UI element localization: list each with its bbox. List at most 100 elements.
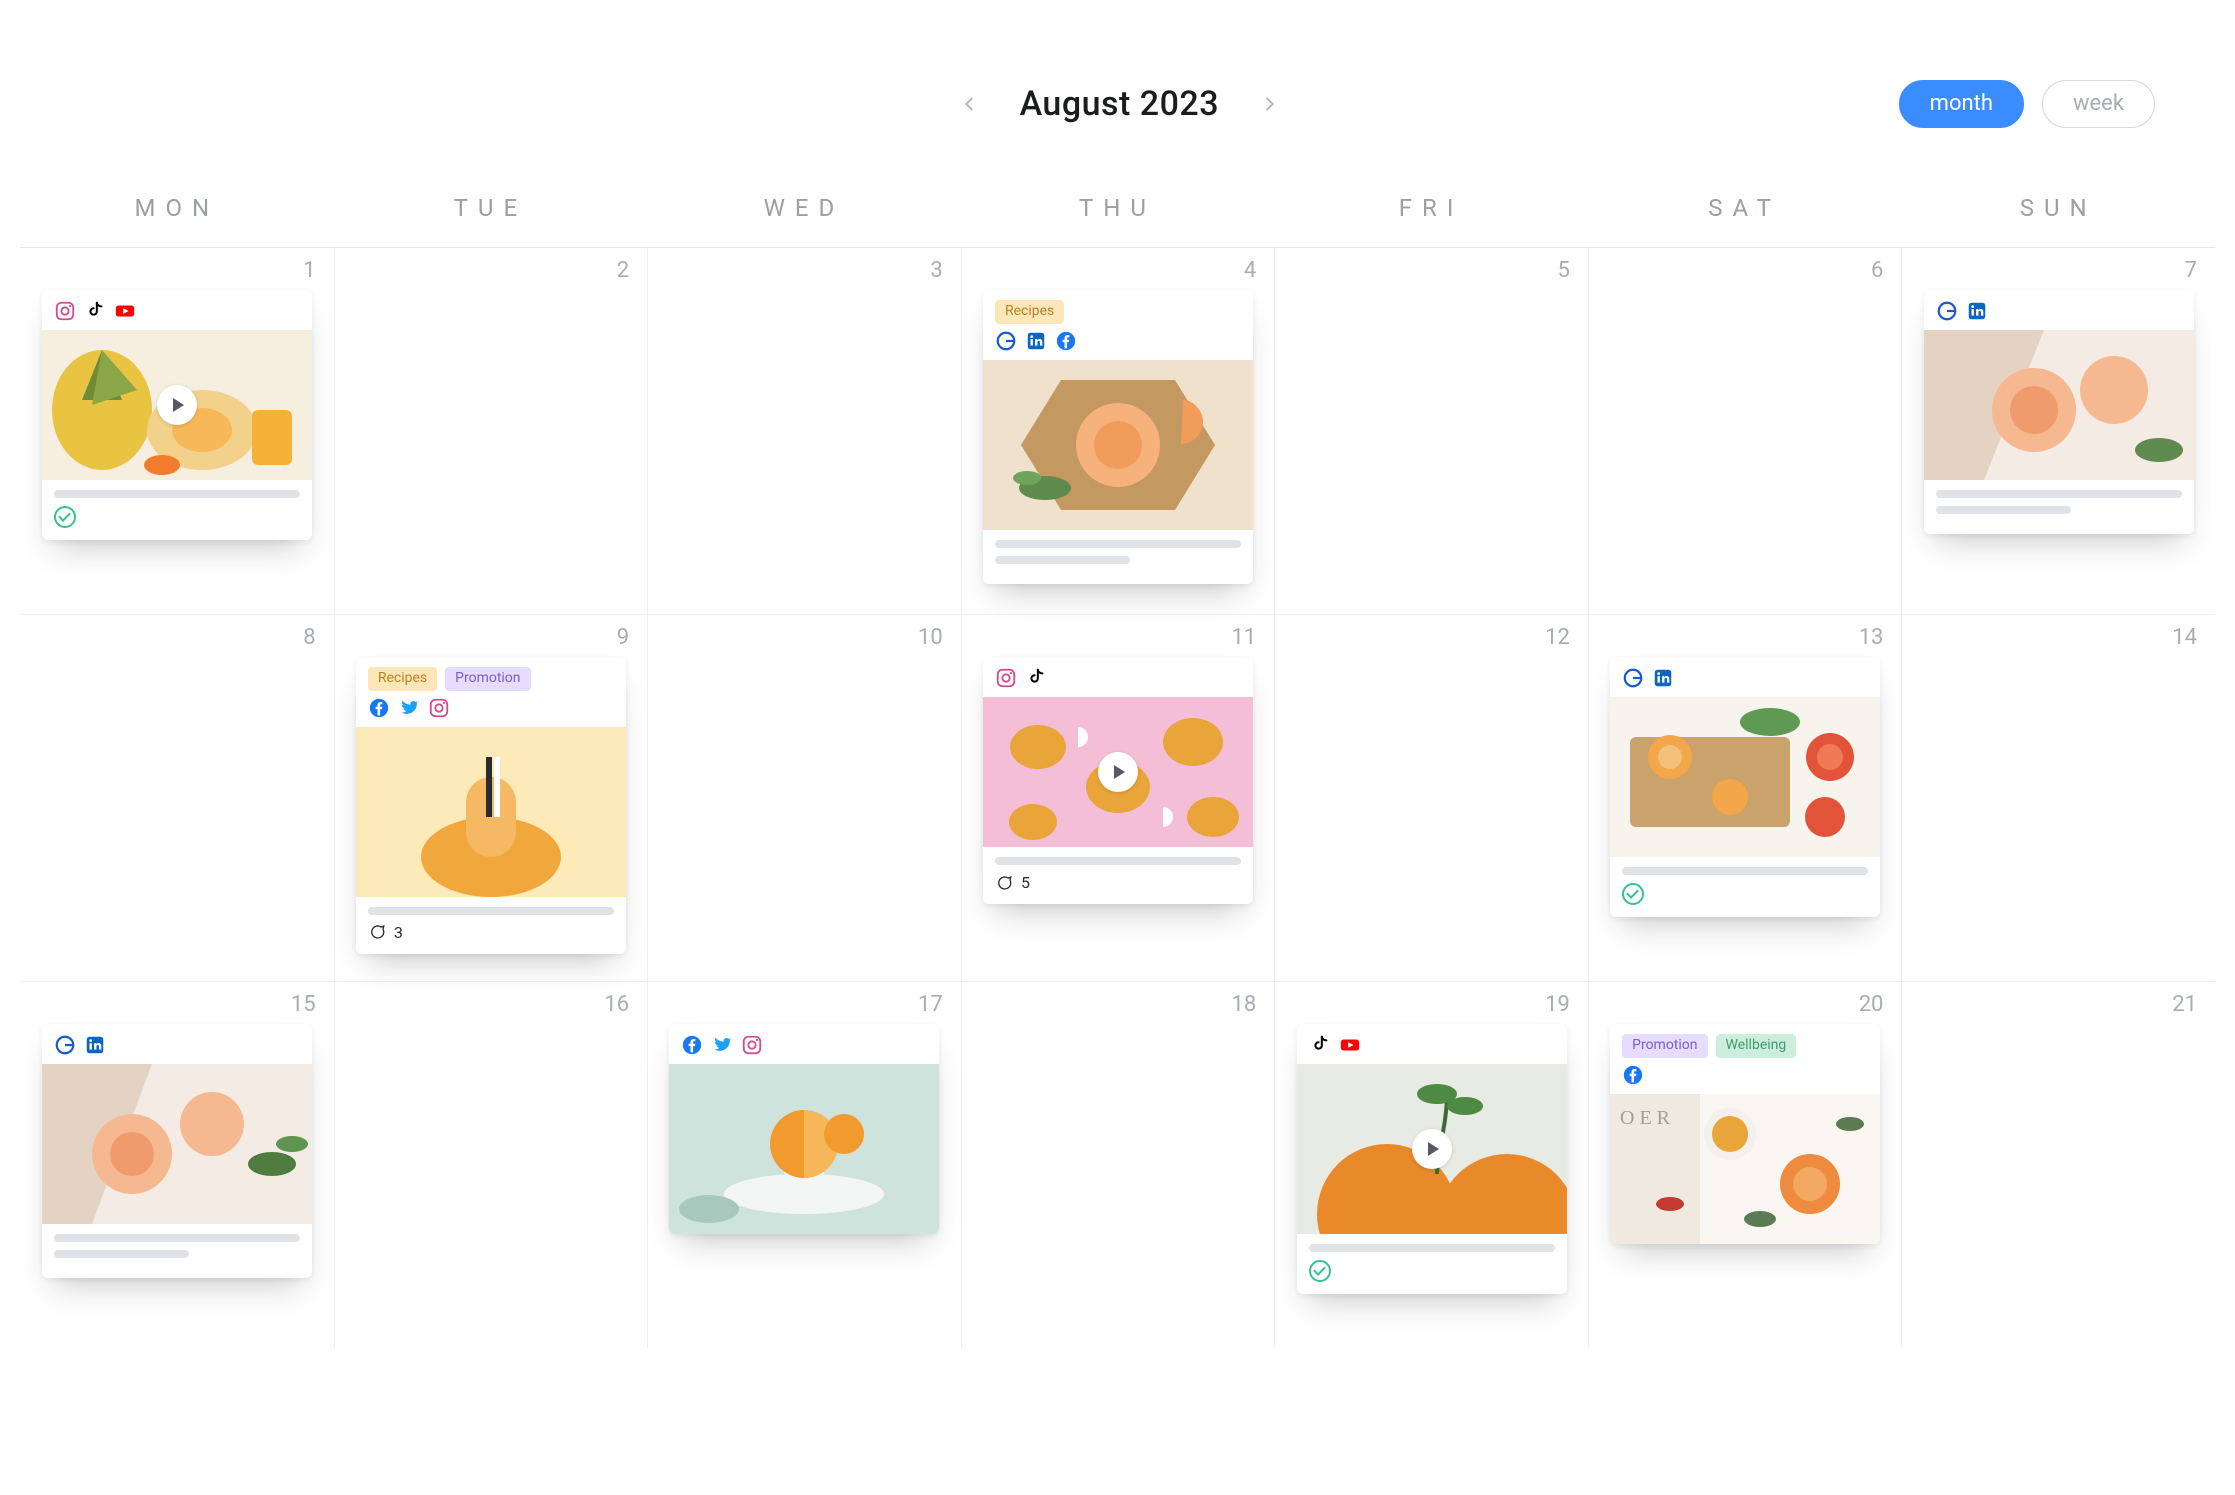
day-cell[interactable]: 12 xyxy=(1274,615,1588,981)
channel-icons xyxy=(1924,290,2194,330)
day-number: 9 xyxy=(617,625,629,650)
calendar-header: August 2023 month week xyxy=(0,0,2235,168)
week-row: 8 9 Recipes Promotion xyxy=(20,615,2215,982)
day-cell[interactable]: 1 xyxy=(20,248,334,614)
post-thumbnail xyxy=(1610,697,1880,857)
comment-count: 3 xyxy=(394,923,403,942)
twitter-icon xyxy=(711,1034,733,1056)
day-number: 20 xyxy=(1859,992,1884,1017)
channel-icons xyxy=(1610,657,1880,697)
post-footer xyxy=(1610,857,1880,917)
day-number: 10 xyxy=(918,625,943,650)
weekday-label: FRI xyxy=(1274,168,1588,247)
approved-icon xyxy=(1622,883,1644,905)
facebook-icon xyxy=(1622,1064,1644,1086)
day-cell[interactable]: 7 xyxy=(1901,248,2215,614)
prev-month-button[interactable] xyxy=(958,93,980,115)
day-number: 21 xyxy=(2172,992,2197,1017)
post-footer xyxy=(42,480,312,540)
post-card[interactable]: Promotion Wellbeing O E R xyxy=(1610,1024,1880,1244)
post-card[interactable] xyxy=(1297,1024,1567,1294)
day-cell[interactable]: 15 xyxy=(20,982,334,1348)
day-cell[interactable]: 20 Promotion Wellbeing O E R xyxy=(1588,982,1902,1348)
day-cell[interactable]: 21 xyxy=(1901,982,2215,1348)
day-cell[interactable]: 8 xyxy=(20,615,334,981)
day-number: 1 xyxy=(303,258,315,283)
channel-icons xyxy=(983,330,1253,360)
day-cell[interactable]: 16 xyxy=(334,982,648,1348)
view-month-button[interactable]: month xyxy=(1899,80,2024,128)
channel-icons xyxy=(1297,1024,1567,1064)
tiktok-icon xyxy=(84,300,106,322)
instagram-icon xyxy=(54,300,76,322)
google-icon xyxy=(1936,300,1958,322)
post-thumbnail xyxy=(1297,1064,1567,1234)
youtube-icon xyxy=(1339,1034,1361,1056)
day-number: 11 xyxy=(1232,625,1257,650)
day-cell[interactable]: 6 xyxy=(1588,248,1902,614)
day-number: 5 xyxy=(1557,258,1569,283)
comment-icon xyxy=(995,874,1013,892)
day-cell[interactable]: 18 xyxy=(961,982,1275,1348)
google-icon xyxy=(54,1034,76,1056)
day-number: 4 xyxy=(1244,258,1256,283)
weekday-label: SAT xyxy=(1588,168,1902,247)
linkedin-icon xyxy=(1652,667,1674,689)
channel-icons xyxy=(1610,1064,1880,1094)
day-cell[interactable]: 19 xyxy=(1274,982,1588,1348)
next-month-button[interactable] xyxy=(1259,93,1281,115)
post-card[interactable] xyxy=(669,1024,939,1234)
channel-icons xyxy=(669,1024,939,1064)
weekday-label: TUE xyxy=(334,168,648,247)
day-cell[interactable]: 3 xyxy=(647,248,961,614)
post-card[interactable]: Recipes Promotion xyxy=(356,657,626,954)
day-number: 19 xyxy=(1545,992,1570,1017)
day-cell[interactable]: 4 Recipes xyxy=(961,248,1275,614)
weekday-label: WED xyxy=(647,168,961,247)
view-week-button[interactable]: week xyxy=(2042,80,2155,128)
post-card[interactable] xyxy=(1924,290,2194,534)
facebook-icon xyxy=(368,697,390,719)
facebook-icon xyxy=(1055,330,1077,352)
channel-icons xyxy=(42,1024,312,1064)
post-footer xyxy=(1924,480,2194,534)
post-footer xyxy=(1297,1234,1567,1294)
play-icon xyxy=(157,385,197,425)
day-cell[interactable]: 11 xyxy=(961,615,1275,981)
tag-recipes: Recipes xyxy=(995,300,1064,324)
linkedin-icon xyxy=(1966,300,1988,322)
post-card[interactable] xyxy=(42,1024,312,1278)
post-card[interactable]: 5 xyxy=(983,657,1253,904)
comment-icon xyxy=(368,923,386,941)
post-card[interactable] xyxy=(1610,657,1880,917)
tag-recipes: Recipes xyxy=(368,667,437,691)
channel-icons xyxy=(42,290,312,330)
day-cell[interactable]: 14 xyxy=(1901,615,2215,981)
instagram-icon xyxy=(741,1034,763,1056)
post-thumbnail xyxy=(356,727,626,897)
channel-icons xyxy=(983,657,1253,697)
approved-icon xyxy=(1309,1260,1331,1282)
tag-promotion: Promotion xyxy=(445,667,530,691)
approved-icon xyxy=(54,506,76,528)
day-number: 6 xyxy=(1871,258,1883,283)
day-number: 3 xyxy=(930,258,942,283)
day-cell[interactable]: 2 xyxy=(334,248,648,614)
day-cell[interactable]: 9 Recipes Promotion xyxy=(334,615,648,981)
tiktok-icon xyxy=(1025,667,1047,689)
day-number: 16 xyxy=(604,992,629,1017)
post-card[interactable] xyxy=(42,290,312,540)
day-cell[interactable]: 13 xyxy=(1588,615,1902,981)
calendar-app: August 2023 month week MON TUE WED THU F… xyxy=(0,0,2235,1495)
day-number: 15 xyxy=(291,992,316,1017)
weekday-label: THU xyxy=(961,168,1275,247)
comment-count: 5 xyxy=(1021,873,1030,892)
instagram-icon xyxy=(428,697,450,719)
post-card[interactable]: Recipes xyxy=(983,290,1253,584)
svg-text:O E R: O E R xyxy=(1620,1107,1671,1129)
post-thumbnail xyxy=(42,1064,312,1224)
play-icon xyxy=(1412,1129,1452,1169)
day-cell[interactable]: 5 xyxy=(1274,248,1588,614)
day-cell[interactable]: 17 xyxy=(647,982,961,1348)
day-cell[interactable]: 10 xyxy=(647,615,961,981)
